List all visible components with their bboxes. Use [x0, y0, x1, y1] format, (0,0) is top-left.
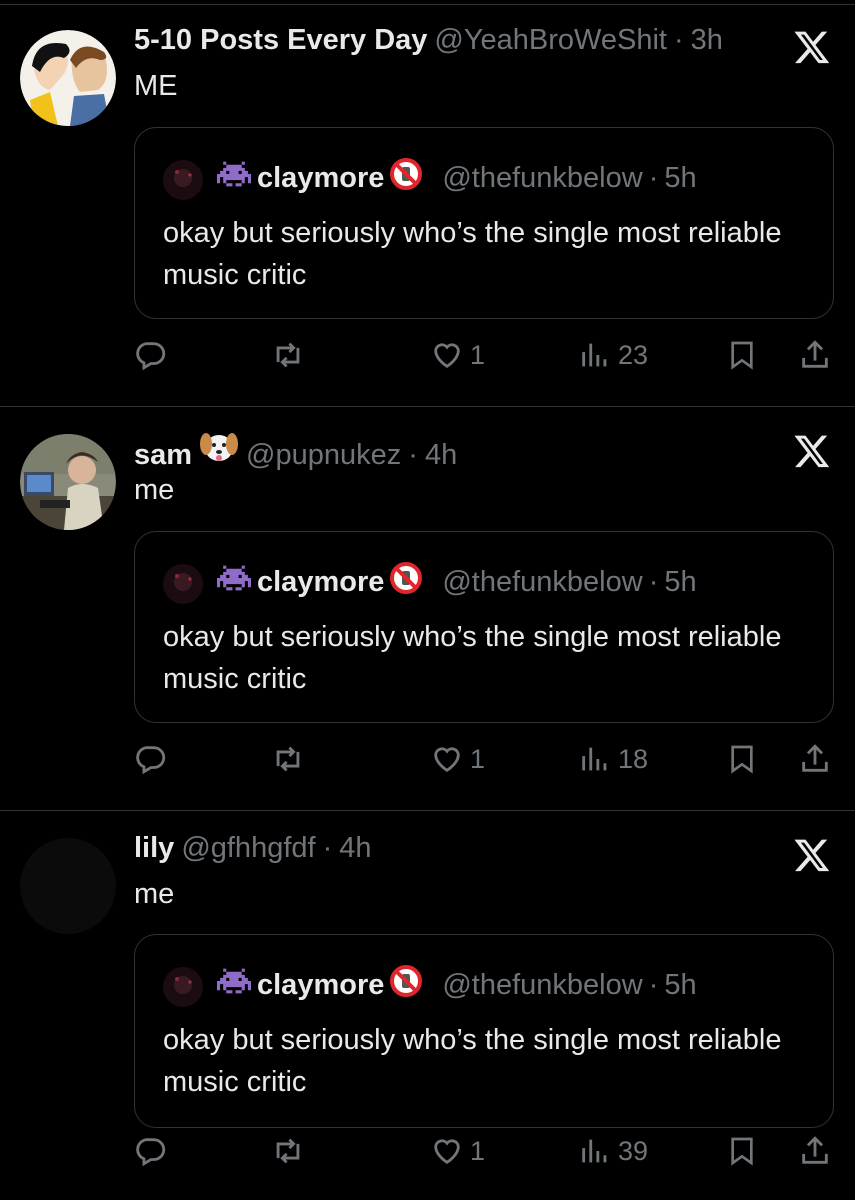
quoted-timestamp[interactable]: 5h: [664, 969, 696, 1002]
quoted-handle[interactable]: @thefunkbelow: [442, 162, 642, 195]
views-button[interactable]: 18: [578, 742, 648, 776]
post[interactable]: 5-10 Posts Every Day @YeahBroWeShit · 3h…: [0, 0, 855, 406]
reply-icon: [134, 1134, 168, 1168]
post-text: me: [134, 474, 175, 506]
no-entry-icon: [390, 562, 423, 602]
handle[interactable]: @YeahBroWeShit: [434, 24, 667, 57]
reply-icon: [134, 338, 168, 372]
quoted-display-name[interactable]: claymore: [257, 969, 384, 1002]
share-icon: [798, 1134, 832, 1168]
share-button[interactable]: [798, 338, 832, 372]
bookmark-icon: [726, 742, 758, 776]
avatar[interactable]: [20, 30, 116, 126]
views-button[interactable]: 39: [578, 1134, 648, 1168]
bookmark-button[interactable]: [726, 1134, 758, 1168]
handle[interactable]: @gfhhgfdf: [181, 832, 315, 865]
quoted-handle[interactable]: @thefunkbelow: [442, 969, 642, 1002]
reply-button[interactable]: [134, 1134, 168, 1168]
like-count: 1: [470, 743, 486, 774]
display-name[interactable]: sam: [134, 439, 192, 472]
quoted-timestamp[interactable]: 5h: [664, 566, 696, 599]
like-button[interactable]: 1: [430, 1134, 485, 1168]
like-button[interactable]: 1: [430, 338, 485, 372]
heart-icon: [430, 338, 464, 372]
post-text: me: [134, 878, 175, 910]
display-name[interactable]: lily: [134, 832, 174, 865]
reply-button[interactable]: [134, 338, 168, 372]
like-button[interactable]: 1: [430, 742, 485, 776]
bookmark-button[interactable]: [726, 338, 758, 372]
post[interactable]: lily @gfhhgfdf · 4h me claymore @thefunk…: [0, 810, 855, 1200]
heart-icon: [430, 742, 464, 776]
quoted-display-name[interactable]: claymore: [257, 162, 384, 195]
avatar[interactable]: [20, 434, 116, 530]
bookmark-icon: [726, 1134, 758, 1168]
handle[interactable]: @pupnukez: [246, 439, 401, 472]
quoted-post[interactable]: claymore @thefunkbelow · 5h okay but ser…: [134, 531, 834, 723]
heart-icon: [430, 1134, 464, 1168]
like-count: 1: [470, 1135, 486, 1166]
space-invader-icon: [217, 161, 251, 195]
post[interactable]: sam @pupnukez · 4h me claymore @thefunkb…: [0, 406, 855, 810]
display-name[interactable]: 5-10 Posts Every Day: [134, 24, 427, 57]
space-invader-icon: [217, 565, 251, 599]
avatar[interactable]: [20, 838, 116, 934]
bookmark-button[interactable]: [726, 742, 758, 776]
timestamp[interactable]: 4h: [425, 439, 457, 472]
quoted-post[interactable]: claymore @thefunkbelow · 5h okay but ser…: [134, 934, 834, 1128]
x-logo-icon[interactable]: [793, 432, 831, 470]
x-logo-icon[interactable]: [793, 836, 831, 874]
separator-dot: ·: [648, 565, 659, 598]
repost-button[interactable]: [270, 742, 306, 776]
reply-icon: [134, 742, 168, 776]
timestamp[interactable]: 3h: [691, 24, 723, 57]
quoted-display-name[interactable]: claymore: [257, 566, 384, 599]
share-button[interactable]: [798, 1134, 832, 1168]
repost-icon: [270, 742, 306, 776]
repost-button[interactable]: [270, 338, 306, 372]
action-bar: 1 23: [134, 338, 834, 378]
reply-button[interactable]: [134, 742, 168, 776]
separator-dot: ·: [322, 832, 333, 864]
quoted-post[interactable]: claymore @thefunkbelow · 5h okay but ser…: [134, 127, 834, 319]
quoted-text: okay but seriously who’s the single most…: [163, 217, 782, 291]
separator-dot: ·: [648, 161, 659, 194]
quoted-avatar[interactable]: [163, 967, 203, 1007]
share-button[interactable]: [798, 742, 832, 776]
no-entry-icon: [390, 158, 423, 198]
quoted-avatar[interactable]: [163, 160, 203, 200]
view-count: 18: [618, 743, 649, 774]
repost-button[interactable]: [270, 1134, 306, 1168]
views-icon: [578, 1134, 612, 1168]
view-count: 39: [618, 1135, 649, 1166]
space-invader-icon: [217, 968, 251, 1002]
separator-dot: ·: [674, 24, 684, 56]
views-icon: [578, 338, 612, 372]
quoted-text: okay but seriously who’s the single most…: [163, 621, 782, 695]
action-bar: 1 18: [134, 742, 834, 782]
x-logo-icon[interactable]: [793, 28, 831, 66]
share-icon: [798, 742, 832, 776]
like-count: 1: [470, 339, 486, 370]
separator-dot: ·: [408, 439, 418, 471]
quoted-handle[interactable]: @thefunkbelow: [442, 566, 642, 599]
share-icon: [798, 338, 832, 372]
no-entry-icon: [390, 965, 423, 1005]
separator-dot: ·: [648, 968, 659, 1001]
views-button[interactable]: 23: [578, 338, 648, 372]
repost-icon: [270, 1134, 306, 1168]
quoted-text: okay but seriously who’s the single most…: [163, 1024, 782, 1098]
quoted-timestamp[interactable]: 5h: [664, 162, 696, 195]
dog-face-icon: [199, 428, 239, 472]
post-text: ME: [134, 70, 178, 102]
timestamp[interactable]: 4h: [339, 832, 371, 865]
view-count: 23: [618, 339, 649, 370]
views-icon: [578, 742, 612, 776]
repost-icon: [270, 338, 306, 372]
quoted-avatar[interactable]: [163, 564, 203, 604]
action-bar: 1 39: [134, 1134, 834, 1174]
bookmark-icon: [726, 338, 758, 372]
